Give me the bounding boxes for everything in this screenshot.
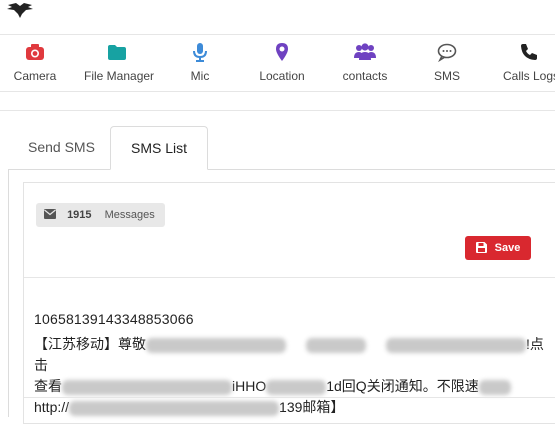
mic-icon <box>193 43 207 62</box>
sms-text-segment: 139邮箱】 <box>279 399 345 415</box>
nav-sms[interactable]: SMS <box>432 41 462 89</box>
floppy-disk-icon <box>475 242 487 253</box>
sms-message-text: 【江苏移动】尊敬 !点击 查看 iHHO 1d回Q关闭通知。不限速 http:// 13… <box>34 334 554 418</box>
chat-icon <box>437 43 457 63</box>
nav-camera[interactable]: Camera <box>8 41 62 89</box>
nav-label: File Manager <box>84 69 155 83</box>
map-pin-icon <box>276 43 288 61</box>
nav-contacts[interactable]: contacts <box>340 41 390 89</box>
nav-label: Location <box>259 69 305 83</box>
nav-label: contacts <box>342 69 388 83</box>
redaction-blur <box>306 337 366 353</box>
sms-text-segment: 查看 <box>34 378 62 394</box>
redaction-blur <box>146 337 286 353</box>
redaction-blur <box>62 379 232 395</box>
nav-label: Camera <box>13 69 57 83</box>
nav-calls-logs[interactable]: Calls Logs <box>503 41 555 89</box>
envelope-icon <box>44 209 56 219</box>
tab-panel: 1915 Messages Save 10658139143348853066 … <box>8 170 555 424</box>
save-label: Save <box>494 242 521 254</box>
tab-send-sms[interactable]: Send SMS <box>8 126 115 168</box>
sms-line-2: 查看 iHHO 1d回Q关闭通知。不限速 <box>34 376 554 397</box>
sms-list-card: 1915 Messages Save 10658139143348853066 … <box>23 182 555 424</box>
tab-sms-list[interactable]: SMS List <box>110 126 209 170</box>
redaction-blur <box>266 379 327 395</box>
sms-line-3: http:// 139邮箱】 <box>34 397 554 418</box>
top-nav: Camera File Manager Mic Location contact… <box>0 34 555 92</box>
nav-label: Mic <box>190 69 210 83</box>
phone-icon <box>521 44 537 60</box>
nav-mic[interactable]: Mic <box>184 41 216 89</box>
nav-file-manager[interactable]: File Manager <box>84 41 155 89</box>
sms-text-segment: http:// <box>34 399 70 415</box>
messages-count: 1915 <box>67 209 92 221</box>
redaction-blur <box>69 400 280 416</box>
users-icon <box>354 43 376 60</box>
nav-location[interactable]: Location <box>258 41 306 89</box>
section-divider <box>0 110 555 111</box>
redaction-blur <box>386 337 526 353</box>
sms-text-segment: iHHO <box>232 378 267 394</box>
sms-line-1: 【江苏移动】尊敬 !点击 <box>34 334 554 376</box>
eagle-logo-icon <box>7 3 33 18</box>
messages-label: Messages <box>104 209 155 221</box>
message-divider <box>24 397 555 398</box>
sms-sender: 10658139143348853066 <box>34 311 194 327</box>
nav-label: Calls Logs <box>503 69 555 83</box>
redaction-blur <box>478 379 511 395</box>
camera-icon <box>26 44 44 60</box>
sms-text-segment: 1d回Q关闭通知。不限速 <box>326 378 479 394</box>
folder-icon <box>108 45 126 60</box>
tab-bar: Send SMS SMS List <box>8 126 555 170</box>
messages-count-badge: 1915 Messages <box>36 203 165 227</box>
save-button[interactable]: Save <box>465 236 531 260</box>
sms-text-segment: 【江苏移动】尊敬 <box>34 336 146 352</box>
nav-label: SMS <box>433 69 460 83</box>
card-divider <box>24 277 555 278</box>
